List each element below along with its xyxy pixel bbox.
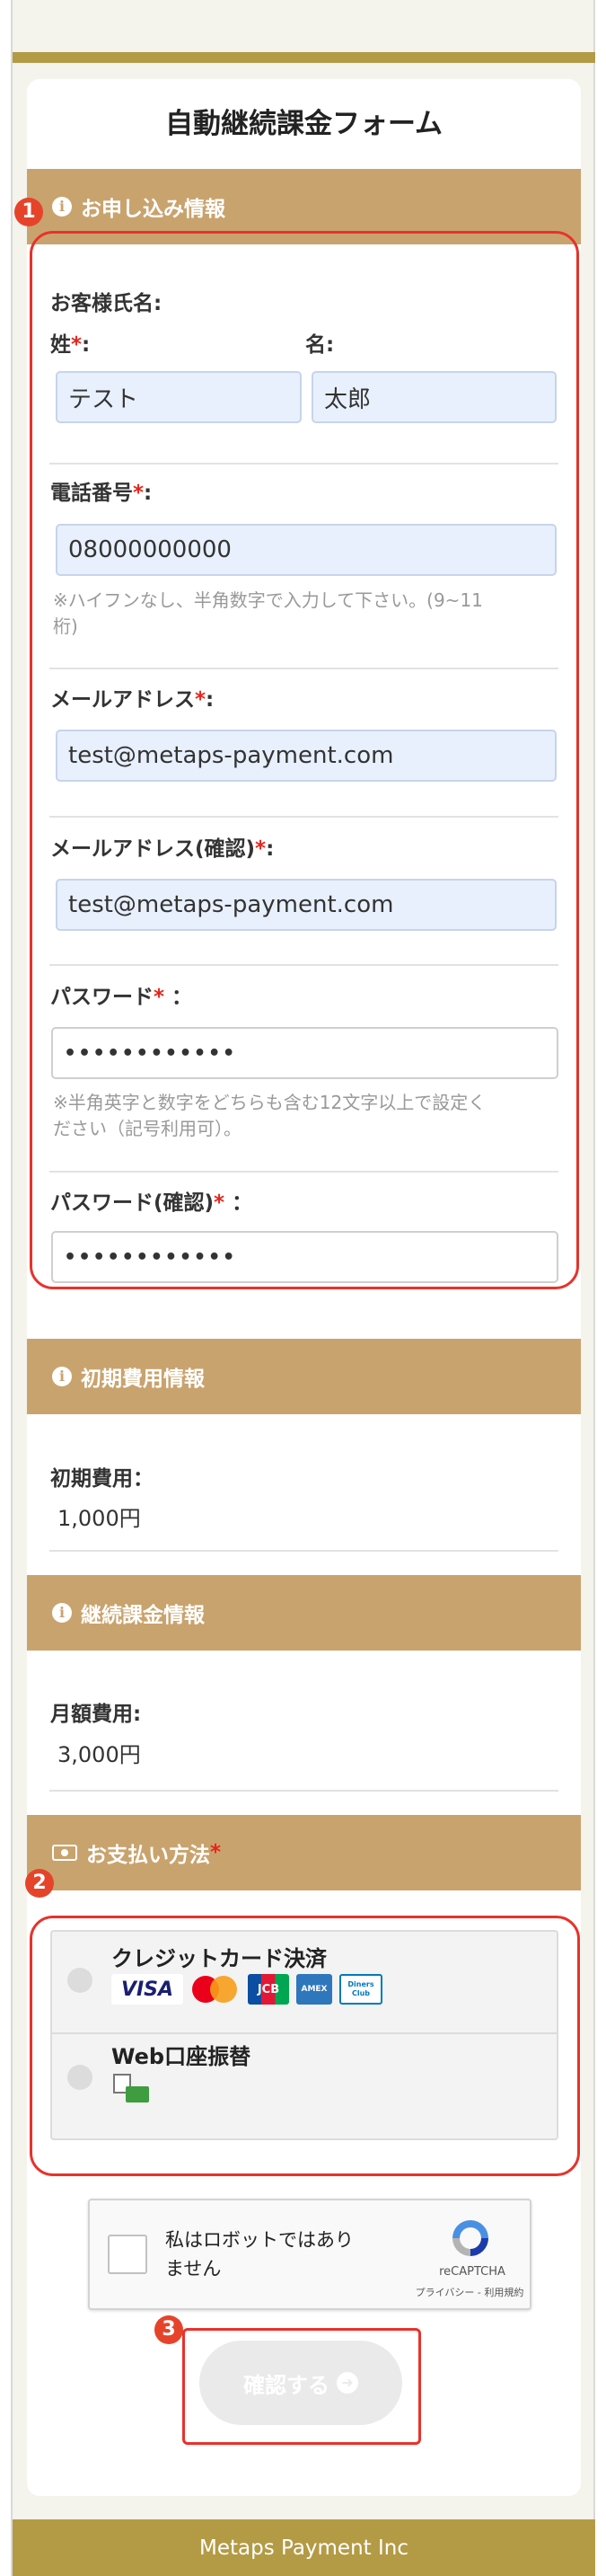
section-title: 初期費用情報 <box>81 1368 205 1391</box>
amex-logo: AMEX <box>296 1974 332 2005</box>
first-name-input[interactable]: 太郎 <box>312 371 557 423</box>
divider <box>49 1550 558 1552</box>
email-confirm-input[interactable]: test@metaps-payment.com <box>56 879 557 931</box>
email-label: メールアドレス*: <box>50 688 215 712</box>
credit-card-radio[interactable] <box>67 1968 92 1993</box>
bank-transfer-icon <box>113 2074 151 2106</box>
annotation-marker-3: 3 <box>154 2315 183 2344</box>
recaptcha-text: 私はロボットではあり ません <box>165 2229 354 2279</box>
monthly-fee-value: 3,000円 <box>57 1742 141 1767</box>
info-icon: i <box>52 1603 72 1623</box>
annotation-marker-2: 2 <box>25 1869 54 1898</box>
initial-fee-value: 1,000円 <box>57 1506 141 1531</box>
web-transfer-label[interactable]: Web口座振替 <box>111 2039 250 2070</box>
section-title: 継続課金情報 <box>81 1604 205 1627</box>
payment-separator <box>50 2032 558 2034</box>
password-label: パスワード* ： <box>50 986 193 1009</box>
divider <box>49 1171 558 1173</box>
initial-fee-label: 初期費用： <box>50 1467 154 1491</box>
divider <box>49 816 558 818</box>
divider <box>49 1790 558 1792</box>
password-input[interactable]: •••••••••••• <box>51 1027 558 1079</box>
recaptcha-checkbox[interactable] <box>108 2235 147 2274</box>
last-name-label: 姓*: <box>50 333 91 357</box>
password-confirm-label: パスワード(確認)* ： <box>50 1191 253 1215</box>
email-confirm-label: メールアドレス(確認)*: <box>50 837 275 861</box>
section-header-payment: お支払い方法 * <box>27 1815 581 1890</box>
jcb-logo: JCB <box>248 1974 289 2005</box>
phone-input[interactable]: 08000000000 <box>56 524 557 576</box>
form-title: 自動継続課金フォーム <box>164 108 444 140</box>
footer: Metaps Payment Inc <box>13 2519 595 2576</box>
mastercard-logo <box>192 1976 237 2003</box>
section-title: お申し込み情報 <box>81 198 225 221</box>
email-input[interactable]: test@metaps-payment.com <box>56 730 557 782</box>
info-icon: i <box>52 1367 72 1386</box>
section-title: お支払い方法 <box>86 1844 210 1867</box>
last-name-input[interactable]: テスト <box>56 371 302 423</box>
info-icon: i <box>52 197 72 217</box>
divider <box>49 463 558 465</box>
divider <box>49 668 558 669</box>
recaptcha-logo-icon <box>452 2220 488 2256</box>
money-icon <box>52 1845 77 1861</box>
recaptcha-brand: reCAPTCHA <box>439 2265 505 2279</box>
phone-label: 電話番号*: <box>50 482 153 505</box>
credit-card-label[interactable]: クレジットカード決済 <box>111 1941 327 1972</box>
section-header-recurring: i 継続課金情報 <box>27 1575 581 1651</box>
arrow-right-icon: ➜ <box>337 2372 358 2394</box>
phone-hint: ※ハイフンなし、半角数字で入力して下さい。(9~11 桁) <box>53 589 483 637</box>
password-confirm-input[interactable]: •••••••••••• <box>51 1231 558 1283</box>
monthly-fee-label: 月額費用: <box>50 1703 142 1726</box>
annotation-marker-1: 1 <box>14 198 43 226</box>
name-label: お客様氏名: <box>50 292 162 315</box>
diners-logo: Diners Club <box>339 1974 382 2005</box>
confirm-button[interactable]: 確認する ➜ <box>199 2341 402 2425</box>
visa-logo: VISA <box>111 1974 183 2005</box>
top-bar <box>13 52 595 63</box>
section-header-initial-fee: i 初期費用情報 <box>27 1339 581 1414</box>
divider <box>49 964 558 966</box>
password-hint: ※半角英字と数字をどちらも含む12文字以上で設定く ださい（記号利用可）。 <box>53 1092 487 1139</box>
web-transfer-radio[interactable] <box>67 2065 92 2090</box>
recaptcha-widget: 私はロボットではあり ません reCAPTCHA プライバシー - 利用規約 <box>88 2199 531 2310</box>
first-name-label: 名: <box>305 333 335 357</box>
recaptcha-links[interactable]: プライバシー - 利用規約 <box>411 2285 528 2299</box>
